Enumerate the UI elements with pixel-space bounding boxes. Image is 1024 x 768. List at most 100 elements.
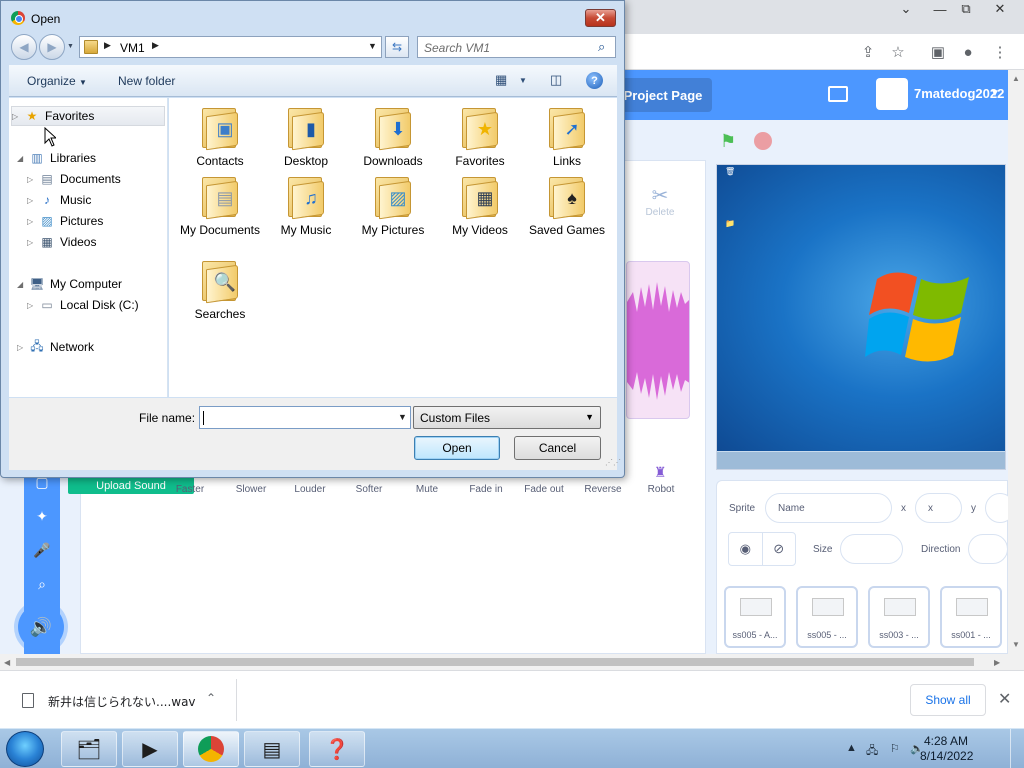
sprite-thumb[interactable]: ss005 - ... — [796, 586, 858, 648]
show-eye-icon[interactable]: ◉ — [729, 533, 763, 565]
nav-item-pictures[interactable]: ▷ ▨ Pictures — [27, 211, 103, 231]
breadcrumb-separator-icon[interactable]: ▶ — [152, 40, 159, 51]
share-icon[interactable]: ⇪ — [858, 42, 878, 62]
expand-arrow-icon[interactable]: ▷ — [27, 301, 37, 310]
scroll-left-icon[interactable]: ◀ — [4, 658, 10, 667]
scroll-up-icon[interactable]: ▲ — [1012, 74, 1020, 83]
search-input[interactable] — [424, 40, 594, 55]
scroll-right-icon[interactable]: ▶ — [994, 658, 1000, 667]
taskbar-clock[interactable]: 4:28 AM 8/14/2022 — [920, 734, 973, 764]
file-name-input[interactable]: ▼ — [199, 406, 411, 429]
forward-button[interactable]: ▶ — [39, 34, 65, 60]
nav-item-local-disk[interactable]: ▷ ▭ Local Disk (C:) — [27, 295, 139, 315]
nav-item-videos[interactable]: ▷ ▦ Videos — [27, 232, 96, 252]
breadcrumb[interactable]: VM1 — [120, 41, 145, 55]
chevron-down-icon[interactable]: ▼ — [990, 88, 1000, 99]
view-options-dropdown-icon[interactable]: ▼ — [519, 76, 527, 85]
direction-input[interactable] — [968, 534, 1008, 564]
effect-faster[interactable]: Faster — [160, 484, 220, 495]
cancel-button[interactable]: Cancel — [514, 436, 601, 460]
chevron-down-icon[interactable]: ▼ — [398, 412, 407, 422]
taskbar-explorer-button[interactable]: 🗂 — [61, 731, 117, 767]
breadcrumb-separator-icon[interactable]: ▶ — [104, 40, 111, 51]
size-input[interactable] — [840, 534, 903, 564]
effect-fade-in[interactable]: Fade in — [456, 484, 516, 495]
sound-waveform[interactable] — [626, 261, 690, 419]
flag-tray-icon[interactable]: ⚐ — [890, 742, 900, 755]
side-panel-icon[interactable]: ▣ — [928, 42, 948, 62]
taskbar-media-player-button[interactable]: ▶ — [122, 731, 178, 767]
dialog-close-button[interactable]: ✕ — [585, 9, 616, 27]
download-file-name[interactable]: 新井は信じられない....wav — [48, 693, 196, 710]
sprite-thumb[interactable]: ss003 - ... — [868, 586, 930, 648]
nav-item-favorites[interactable]: ▷ ★ Favorites — [11, 106, 165, 126]
project-page-button[interactable]: Project Page — [614, 78, 712, 112]
surprise-icon[interactable]: ✦ — [24, 508, 60, 525]
collapse-arrow-icon[interactable]: ◢ — [17, 280, 27, 289]
browser-minimize-button[interactable]: — — [926, 0, 954, 18]
nav-item-documents[interactable]: ▷ ▤ Documents — [27, 169, 121, 189]
effect-softer[interactable]: Softer — [339, 484, 399, 495]
scroll-down-icon[interactable]: ▼ — [1012, 640, 1020, 649]
chevron-up-icon[interactable]: ⌃ — [206, 691, 216, 705]
expand-arrow-icon[interactable]: ▷ — [12, 112, 22, 121]
search-icon[interactable]: ⌕ — [598, 39, 605, 55]
organize-button[interactable]: Organize ▼ — [27, 74, 87, 88]
folder-item-desktop[interactable]: ▮ Desktop — [263, 104, 349, 169]
browser-tab-search-icon[interactable]: ⌄ — [892, 0, 920, 18]
search-icon[interactable]: ⌕ — [24, 576, 60, 593]
y-input[interactable] — [985, 493, 1008, 523]
sprite-thumb[interactable]: ss001 - ... — [940, 586, 1002, 648]
folder-item-saved-games[interactable]: ♠ Saved Games — [524, 173, 610, 238]
avatar[interactable] — [876, 78, 908, 110]
folder-item-my-pictures[interactable]: ▨ My Pictures — [350, 173, 436, 238]
stage[interactable]: 🗑 📁 — [716, 164, 1006, 470]
help-icon[interactable]: ? — [586, 72, 603, 89]
folder-item-downloads[interactable]: ⬇ Downloads — [350, 104, 436, 169]
browser-close-button[interactable]: ✕ — [986, 0, 1014, 18]
expand-arrow-icon[interactable]: ▷ — [27, 175, 37, 184]
file-type-select[interactable]: Custom Files ▼ — [413, 406, 601, 429]
green-flag-icon[interactable]: ⚑ — [720, 132, 738, 150]
folder-item-my-videos[interactable]: ▦ My Videos — [437, 173, 523, 238]
choose-sound-button[interactable]: 🔊 — [18, 604, 64, 650]
taskbar-app-button[interactable]: ▤ — [244, 731, 300, 767]
expand-arrow-icon[interactable]: ▷ — [27, 196, 37, 205]
effect-slower[interactable]: Slower — [221, 484, 281, 495]
show-all-button[interactable]: Show all — [910, 684, 986, 716]
effect-mute[interactable]: Mute — [397, 484, 457, 495]
chevron-down-icon[interactable]: ▼ — [368, 41, 377, 51]
folder-item-my-documents[interactable]: ▤ My Documents — [177, 173, 263, 238]
browser-restore-button[interactable]: ⧉ — [952, 0, 980, 18]
horizontal-scroll-thumb[interactable] — [16, 658, 974, 666]
nav-item-music[interactable]: ▷ ♪ Music — [27, 190, 91, 210]
my-stuff-folder-icon[interactable] — [828, 86, 848, 102]
preview-pane-icon[interactable]: ◫ — [550, 72, 562, 88]
close-icon[interactable]: ✕ — [998, 689, 1011, 709]
hide-eye-icon[interactable]: ⊘ — [763, 533, 796, 565]
x-input[interactable]: x — [915, 493, 962, 523]
profile-icon[interactable]: ● — [958, 42, 978, 62]
effect-fade-out[interactable]: Fade out — [514, 484, 574, 495]
folder-item-links[interactable]: ➚ Links — [524, 104, 610, 169]
tray-expand-icon[interactable]: ▲ — [846, 742, 857, 754]
nav-item-network[interactable]: ▷ 🖧 Network — [17, 337, 94, 357]
browser-menu-icon[interactable]: ⋮ — [990, 42, 1010, 62]
folder-item-my-music[interactable]: ♫ My Music — [263, 173, 349, 238]
microphone-icon[interactable]: 🎤 — [24, 542, 60, 559]
sprite-name-input[interactable]: Name — [765, 493, 892, 523]
folder-item-contacts[interactable]: ▣ Contacts — [177, 104, 263, 169]
nav-item-libraries[interactable]: ◢ ▥ Libraries — [17, 148, 96, 168]
resize-grip-icon[interactable]: ⋰⋰ — [605, 458, 621, 467]
effect-reverse[interactable]: Reverse — [573, 484, 633, 495]
effect-robot[interactable]: Robot — [631, 484, 691, 495]
refresh-button[interactable]: ⇆ — [385, 36, 409, 58]
expand-arrow-icon[interactable]: ▷ — [27, 238, 37, 247]
sprite-thumb[interactable]: ss005 - A... — [724, 586, 786, 648]
nav-item-my-computer[interactable]: ◢ 🖥 My Computer — [17, 274, 122, 294]
open-button[interactable]: Open — [414, 436, 500, 460]
stop-icon[interactable] — [754, 132, 772, 150]
network-tray-icon[interactable]: 🖧 — [866, 742, 878, 761]
start-button[interactable] — [6, 731, 44, 767]
delete-tool[interactable]: ✂ Delete — [642, 185, 678, 218]
